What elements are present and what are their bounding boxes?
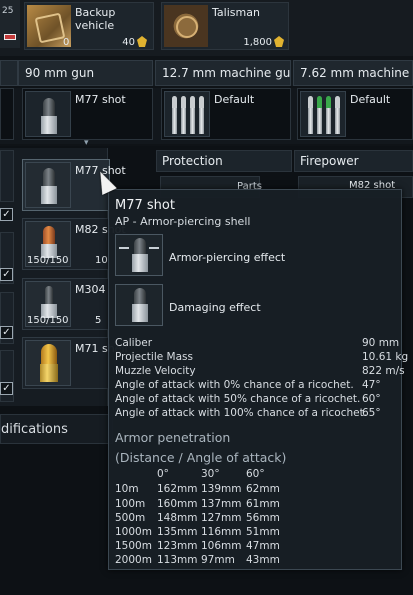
pen-col-header: 30°: [201, 468, 220, 480]
pen-value: 43mm: [246, 554, 280, 566]
pen-value: 162mm: [157, 483, 198, 495]
pen-distance: 500m: [115, 512, 146, 524]
tooltip-title: M77 shot: [115, 198, 175, 213]
checkbox[interactable]: ✓: [0, 268, 13, 281]
he-shell-icon: [25, 340, 71, 386]
penetration-subheading: (Distance / Angle of attack): [115, 450, 287, 465]
pen-value: 113mm: [157, 554, 198, 566]
effect-label: Armor-piercing effect: [169, 251, 286, 264]
pen-value: 135mm: [157, 526, 198, 538]
pen-value: 61mm: [246, 498, 280, 510]
side-slot[interactable]: [0, 150, 14, 202]
selected-ammo-12-7mm[interactable]: Default: [161, 88, 291, 140]
pen-value: 97mm: [201, 554, 235, 566]
stat-label: Caliber: [115, 337, 153, 349]
talisman-icon: [164, 5, 208, 47]
flag-icon: [4, 34, 16, 40]
pen-distance: 2000m: [115, 554, 152, 566]
damaging-effect-icon: [115, 284, 163, 326]
ammo-item-m82[interactable]: M82 shot 150/150 10: [22, 218, 126, 270]
pen-value: 51mm: [246, 526, 280, 538]
pen-value: 148mm: [157, 512, 198, 524]
stat-value: 65°: [362, 407, 381, 419]
checkbox[interactable]: ✓: [0, 208, 13, 221]
ammo-item-m71[interactable]: M71 shell: [22, 337, 128, 389]
stat-label: Projectile Mass: [115, 351, 193, 363]
ammo-extra: 5: [95, 315, 102, 326]
mg-belt-icon: [164, 91, 210, 137]
backup-vehicle-count: 0: [63, 37, 70, 48]
stat-value: 47°: [362, 379, 381, 391]
pen-value: 139mm: [201, 483, 242, 495]
weapon-tab-7-62mm[interactable]: 7.62 mm machine gun: [293, 60, 413, 86]
weapon-tab-stub[interactable]: [0, 60, 18, 86]
stat-value: 10.61 kg: [362, 351, 409, 363]
selected-ammo-label: Default: [214, 93, 255, 106]
pen-value: 160mm: [157, 498, 198, 510]
stat-value: 822 m/s: [362, 365, 405, 377]
tab-protection[interactable]: Protection: [156, 150, 292, 172]
pen-value: 106mm: [201, 540, 242, 552]
pen-distance: 10m: [115, 483, 139, 495]
pen-value: 62mm: [246, 483, 280, 495]
stat-label: Muzzle Velocity: [115, 365, 196, 377]
selected-stub[interactable]: [0, 88, 14, 140]
talisman-price: 1,800: [243, 37, 272, 48]
stat-label: Angle of attack with 100% chance of a ri…: [115, 407, 368, 419]
armor-piercing-effect-icon: [115, 234, 163, 276]
stat-value: 60°: [362, 393, 381, 405]
mg-belt-icon: [300, 91, 346, 137]
talisman-card[interactable]: Talisman 1,800: [161, 2, 289, 50]
weapon-tab-90mm[interactable]: 90 mm gun: [18, 60, 153, 86]
backup-vehicle-price: 40: [122, 37, 135, 48]
effect-label: Damaging effect: [169, 301, 261, 314]
ap-shell-icon: [25, 91, 71, 137]
ammo-count: 150/150: [27, 255, 69, 266]
ammo-label: M304: [75, 283, 106, 296]
talisman-title: Talisman: [212, 6, 260, 19]
pen-value: 127mm: [201, 512, 242, 524]
golden-eagle-icon: [274, 36, 284, 47]
ammo-count: 150/150: [27, 315, 69, 326]
pen-value: 123mm: [157, 540, 198, 552]
pen-value: 116mm: [201, 526, 242, 538]
pen-distance: 1000m: [115, 526, 152, 538]
ap-shell-icon: [25, 162, 71, 208]
selected-ammo-7-62mm[interactable]: Default: [297, 88, 413, 140]
ammo-tooltip: M77 shot AP - Armor-piercing shell Armor…: [108, 189, 408, 570]
selected-ammo-label: Default: [350, 93, 391, 106]
chevron-down-icon[interactable]: ▾: [84, 138, 94, 148]
modifications-button[interactable]: difications: [0, 414, 113, 444]
tab-firepower[interactable]: Firepower: [294, 150, 413, 172]
tooltip-subtitle: AP - Armor-piercing shell: [115, 215, 251, 228]
weapon-tab-12-7mm[interactable]: 12.7 mm machine gun: [155, 60, 291, 86]
left-stub-card[interactable]: 25: [0, 0, 20, 48]
pen-distance: 1500m: [115, 540, 152, 552]
checkbox[interactable]: ✓: [0, 382, 13, 395]
stat-value: 90 mm: [362, 337, 400, 349]
pen-value: 56mm: [246, 512, 280, 524]
pen-value: 137mm: [201, 498, 242, 510]
stat-label: Angle of attack with 50% chance of a ric…: [115, 393, 361, 405]
stub-number: 25: [2, 6, 14, 16]
pen-col-header: 60°: [246, 468, 265, 480]
ammo-extra: 10: [95, 255, 108, 266]
selected-ammo-label: M77 shot: [75, 93, 126, 106]
pen-value: 47mm: [246, 540, 280, 552]
backup-vehicle-card[interactable]: Backup vehicle 0 40: [24, 2, 154, 50]
selected-ammo-90mm[interactable]: M77 shot: [22, 88, 153, 140]
pen-col-header: 0°: [157, 468, 169, 480]
backup-vehicle-title: Backup vehicle: [75, 6, 116, 32]
checkbox[interactable]: ✓: [0, 326, 13, 339]
pen-distance: 100m: [115, 498, 146, 510]
ammo-item-m304[interactable]: M304 150/150 5: [22, 278, 110, 330]
golden-eagle-icon: [137, 36, 147, 47]
stat-label: Angle of attack with 0% chance of a rico…: [115, 379, 354, 391]
penetration-heading: Armor penetration: [115, 430, 231, 445]
